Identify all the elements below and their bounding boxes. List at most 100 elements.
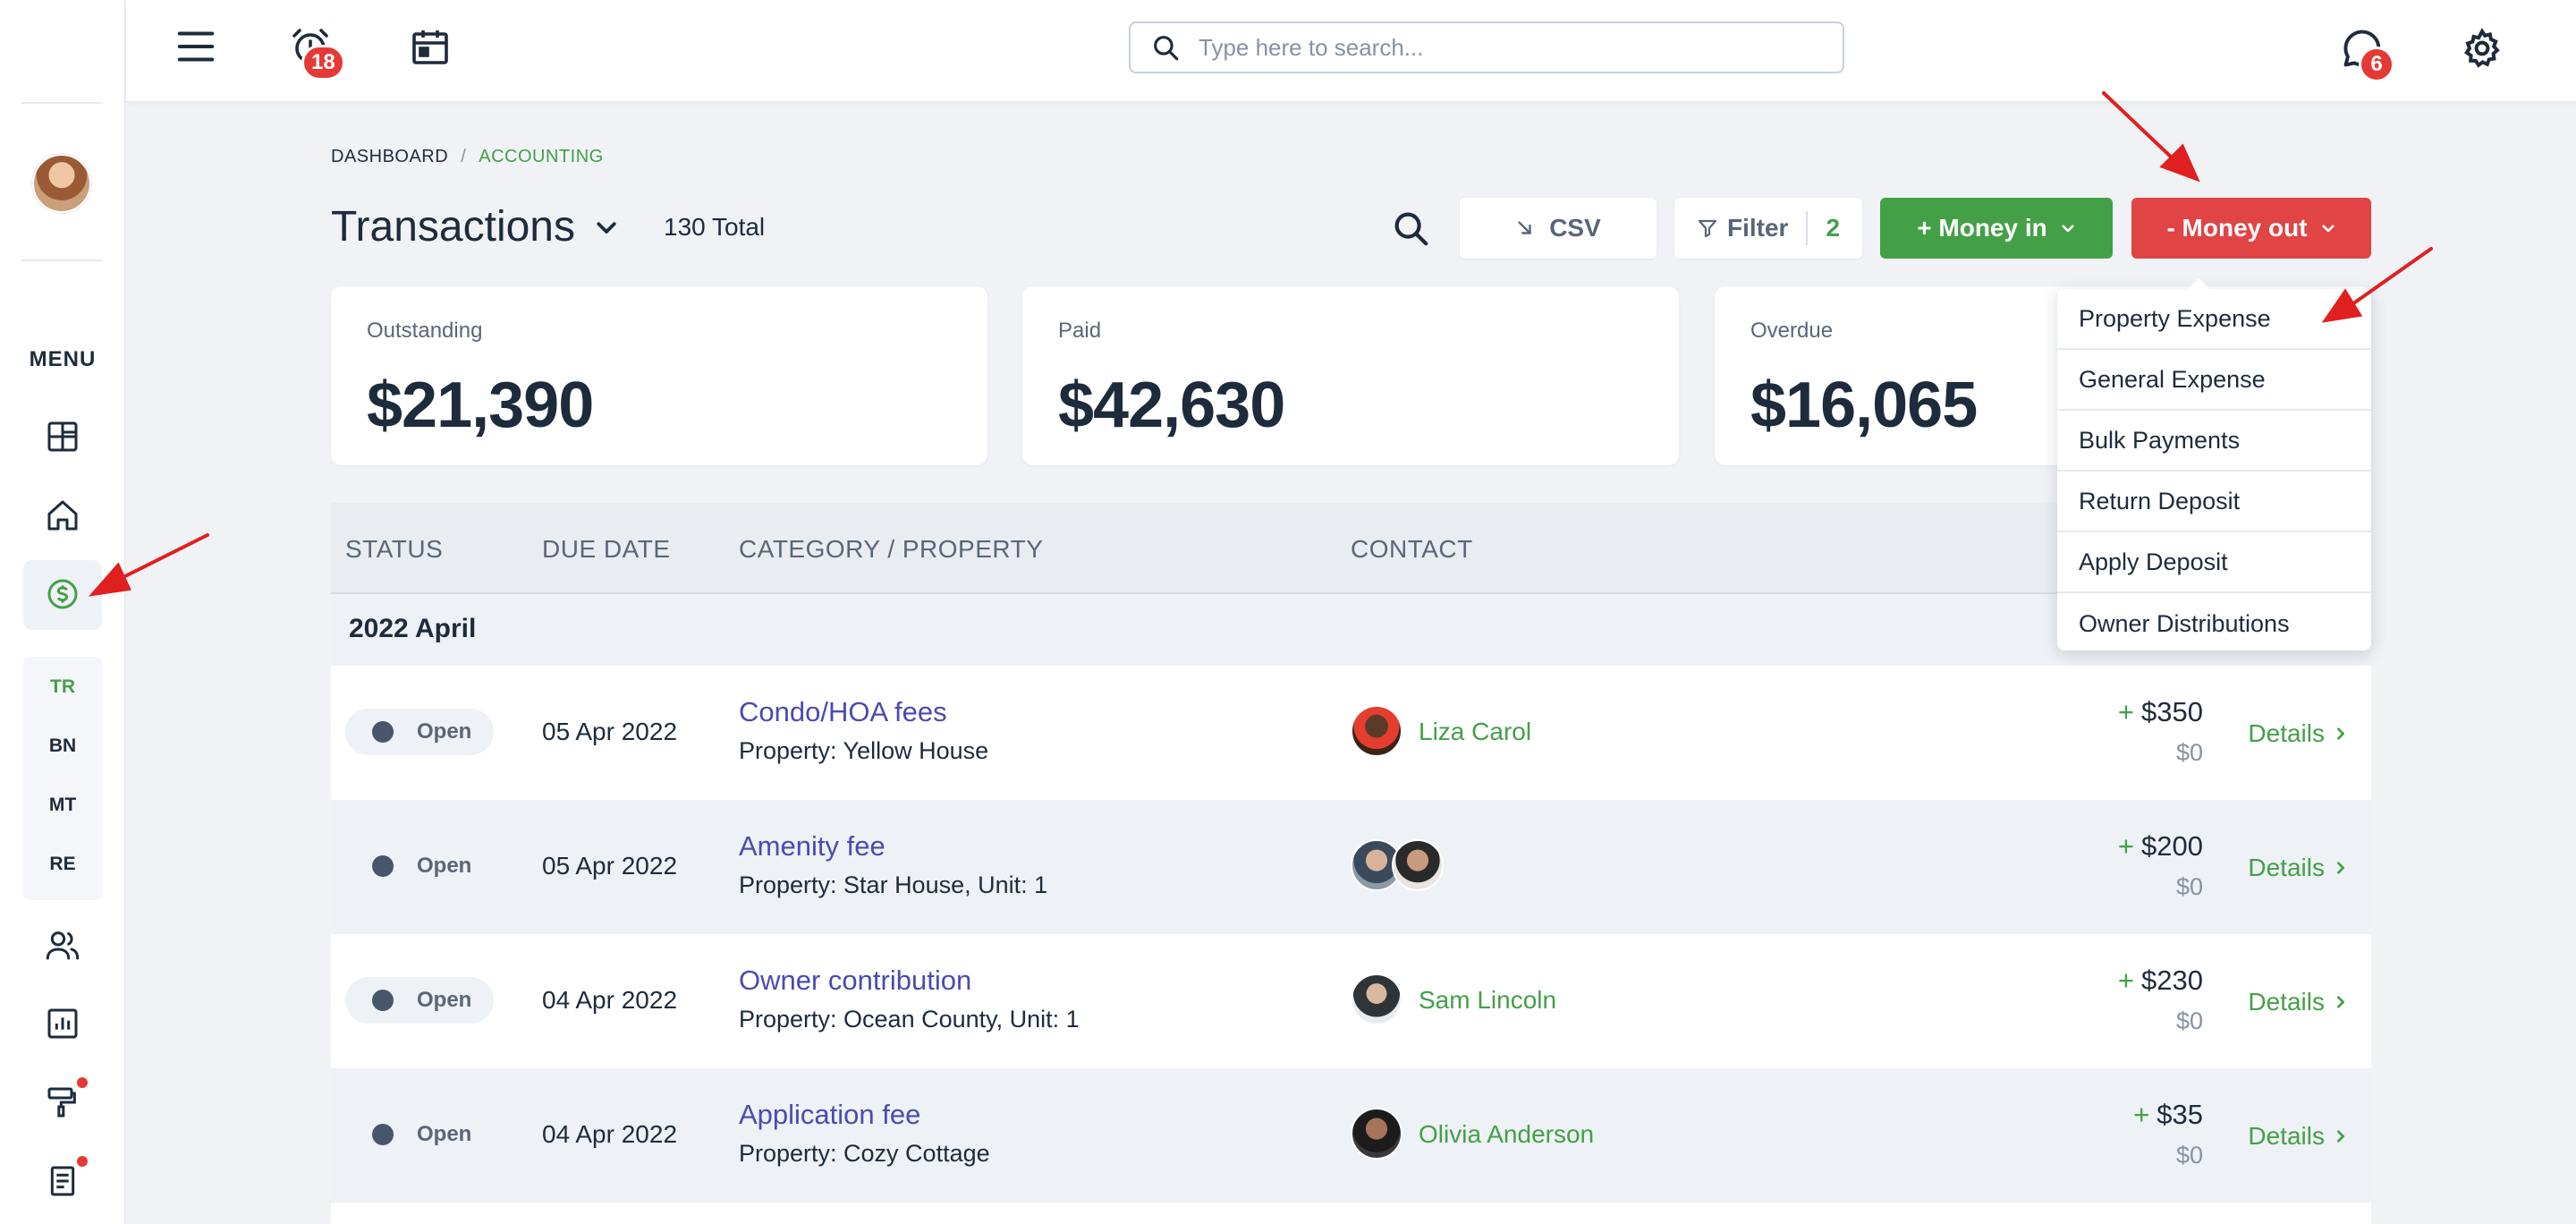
plus-sign: + (2117, 965, 2135, 996)
amount: + $350 (2118, 696, 2203, 728)
chevron-right-icon (2337, 727, 2344, 740)
breadcrumb: DASHBOARD / ACCOUNTING (331, 147, 604, 167)
contact-link[interactable]: Sam Lincoln (1419, 986, 1556, 1015)
search-icon[interactable] (1386, 204, 1435, 252)
users-icon[interactable] (39, 922, 86, 968)
amount-paid: $0 (2175, 739, 2203, 766)
details-label: Details (2248, 988, 2325, 1016)
page-title[interactable]: Transactions (331, 202, 620, 251)
card-label: Overdue (1750, 319, 1834, 343)
column-header-contact[interactable]: CONTACT (1351, 535, 1473, 564)
avatar[interactable] (32, 154, 91, 213)
notification-dot (77, 1156, 88, 1167)
money-out-button[interactable]: - Money out (2131, 198, 2371, 259)
details-link[interactable]: Details (2248, 988, 2348, 1016)
sidebar-sub-mt[interactable]: MT (23, 795, 102, 816)
column-header-due-date[interactable]: DUE DATE (542, 535, 671, 564)
alarm-badge: 18 (301, 45, 345, 81)
breadcrumb-accounting[interactable]: ACCOUNTING (479, 147, 603, 167)
details-link[interactable]: Details (2248, 719, 2348, 748)
menu-item-general-expense[interactable]: General Expense (2057, 350, 2371, 411)
amount-value: $35 (2157, 1099, 2203, 1130)
chart-icon[interactable] (39, 1000, 86, 1047)
contact-link[interactable]: Liza Carol (1419, 718, 1531, 746)
due-date: 05 Apr 2022 (542, 852, 678, 880)
plus-sign: + (2117, 696, 2135, 727)
amount: + $230 (2118, 965, 2203, 997)
amount: + $35 (2133, 1099, 2203, 1131)
column-header-category[interactable]: CATEGORY / PROPERTY (739, 535, 1043, 564)
card-value: $42,630 (1058, 370, 1285, 441)
table-row[interactable]: Open 04 Apr 2022 Application fee Propert… (331, 1068, 2371, 1203)
menu-item-apply-deposit[interactable]: Apply Deposit (2057, 532, 2371, 593)
menu-item-property-expense[interactable]: Property Expense (2057, 289, 2371, 350)
column-header-status[interactable]: STATUS (345, 535, 443, 564)
category-link[interactable]: Owner contribution (739, 965, 971, 997)
sidebar-sub-re[interactable]: RE (23, 854, 102, 875)
chevron-down-icon (597, 221, 616, 234)
status-badge: Open (345, 843, 494, 889)
menu-item-owner-distributions[interactable]: Owner Distributions (2057, 593, 2371, 654)
filter-divider (1806, 211, 1809, 245)
details-link[interactable]: Details (2248, 854, 2348, 882)
home-icon[interactable] (39, 492, 86, 539)
sidebar-sub-bn[interactable]: BN (23, 735, 102, 757)
chat-badge: 6 (2359, 47, 2394, 82)
status-text: Open (417, 988, 472, 1012)
plus-sign: + (2133, 1099, 2150, 1130)
chevron-down-icon (2062, 225, 2074, 233)
property-text: Property: Cozy Cottage (739, 1140, 990, 1167)
contact-link[interactable]: Olivia Anderson (1419, 1120, 1594, 1149)
table-row[interactable]: Open 04 Apr 2022 Owner contribution Prop… (331, 934, 2371, 1068)
due-date: 05 Apr 2022 (542, 718, 678, 745)
amount-paid: $0 (2175, 1007, 2203, 1034)
sidebar-sub-tr[interactable]: TR (23, 676, 102, 698)
search-input[interactable] (1199, 33, 1807, 62)
chevron-down-icon (2321, 225, 2334, 233)
details-label: Details (2248, 854, 2325, 881)
category-link[interactable]: Application fee (739, 1099, 920, 1131)
money-out-label: - Money out (2166, 214, 2308, 242)
card-value: $21,390 (367, 370, 594, 441)
avatar (1351, 973, 1402, 1025)
details-label: Details (2248, 719, 2325, 747)
gear-icon[interactable] (2457, 23, 2507, 73)
due-date: 04 Apr 2022 (542, 986, 678, 1014)
amount-paid: $0 (2175, 1142, 2203, 1169)
money-in-button[interactable]: + Money in (1880, 198, 2113, 259)
global-search[interactable] (1129, 21, 1844, 73)
details-link[interactable]: Details (2248, 1122, 2348, 1151)
table-row[interactable]: Open 05 Apr 2022 Amenity fee Property: S… (331, 800, 2371, 934)
chevron-right-icon (2337, 862, 2344, 874)
hamburger-menu-icon[interactable] (171, 25, 221, 68)
grid-icon[interactable] (39, 413, 86, 460)
menu-item-bulk-payments[interactable]: Bulk Payments (2057, 411, 2371, 472)
amount-paid: $0 (2175, 873, 2203, 900)
group-label: 2022 April (349, 614, 477, 643)
breadcrumb-dashboard[interactable]: DASHBOARD (331, 147, 448, 167)
menu-label: MENU (29, 347, 97, 371)
details-label: Details (2248, 1122, 2325, 1150)
csv-export-button[interactable]: CSV (1460, 198, 1657, 259)
search-icon (1154, 36, 1179, 61)
dollar-circle-icon[interactable] (39, 571, 86, 617)
category-link[interactable]: Condo/HOA fees (739, 696, 947, 728)
status-badge: Open (345, 709, 494, 755)
category-link[interactable]: Amenity fee (739, 830, 886, 863)
status-text: Open (417, 719, 472, 744)
chevron-right-icon (2337, 1130, 2344, 1143)
filter-button[interactable]: Filter 2 (1674, 198, 1862, 259)
annotation-arrow (2102, 91, 2175, 161)
table-row (331, 1203, 2371, 1224)
table-row[interactable]: Open 05 Apr 2022 Condo/HOA fees Property… (331, 666, 2371, 800)
card-label: Paid (1058, 319, 1102, 343)
card-label: Outstanding (367, 319, 483, 343)
status-text: Open (417, 1122, 472, 1146)
amount-value: $200 (2141, 830, 2203, 862)
money-out-menu: Property Expense General Expense Bulk Pa… (2057, 278, 2371, 650)
amount-value: $350 (2141, 696, 2203, 727)
menu-item-return-deposit[interactable]: Return Deposit (2057, 472, 2371, 532)
calendar-icon[interactable] (407, 23, 453, 70)
amount-value: $230 (2141, 965, 2203, 996)
avatar (1392, 839, 1444, 891)
